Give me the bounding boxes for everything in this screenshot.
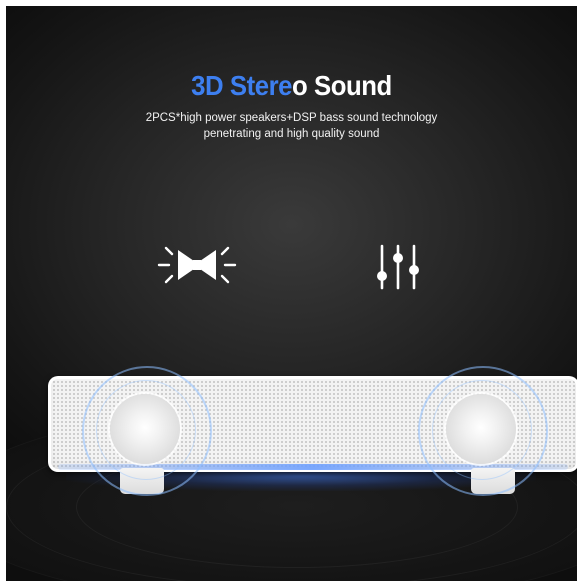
headline-highlight: 3D Stere xyxy=(191,70,293,101)
headline-rest: o Sound xyxy=(292,70,392,101)
equalizer-icon xyxy=(377,244,419,290)
driver-right xyxy=(446,394,516,464)
speaker-pair-icon xyxy=(157,246,237,284)
subtitle-line-1: 2PCS*high power speakers+DSP bass sound … xyxy=(145,112,438,124)
headline: 3D Stereo Sound xyxy=(29,70,554,102)
product-banner: 3D Stereo Sound 2PCS*high power speakers… xyxy=(6,6,577,581)
subtitle-line-2: penetrating and high quality sound xyxy=(203,128,380,140)
driver-left xyxy=(110,394,180,464)
